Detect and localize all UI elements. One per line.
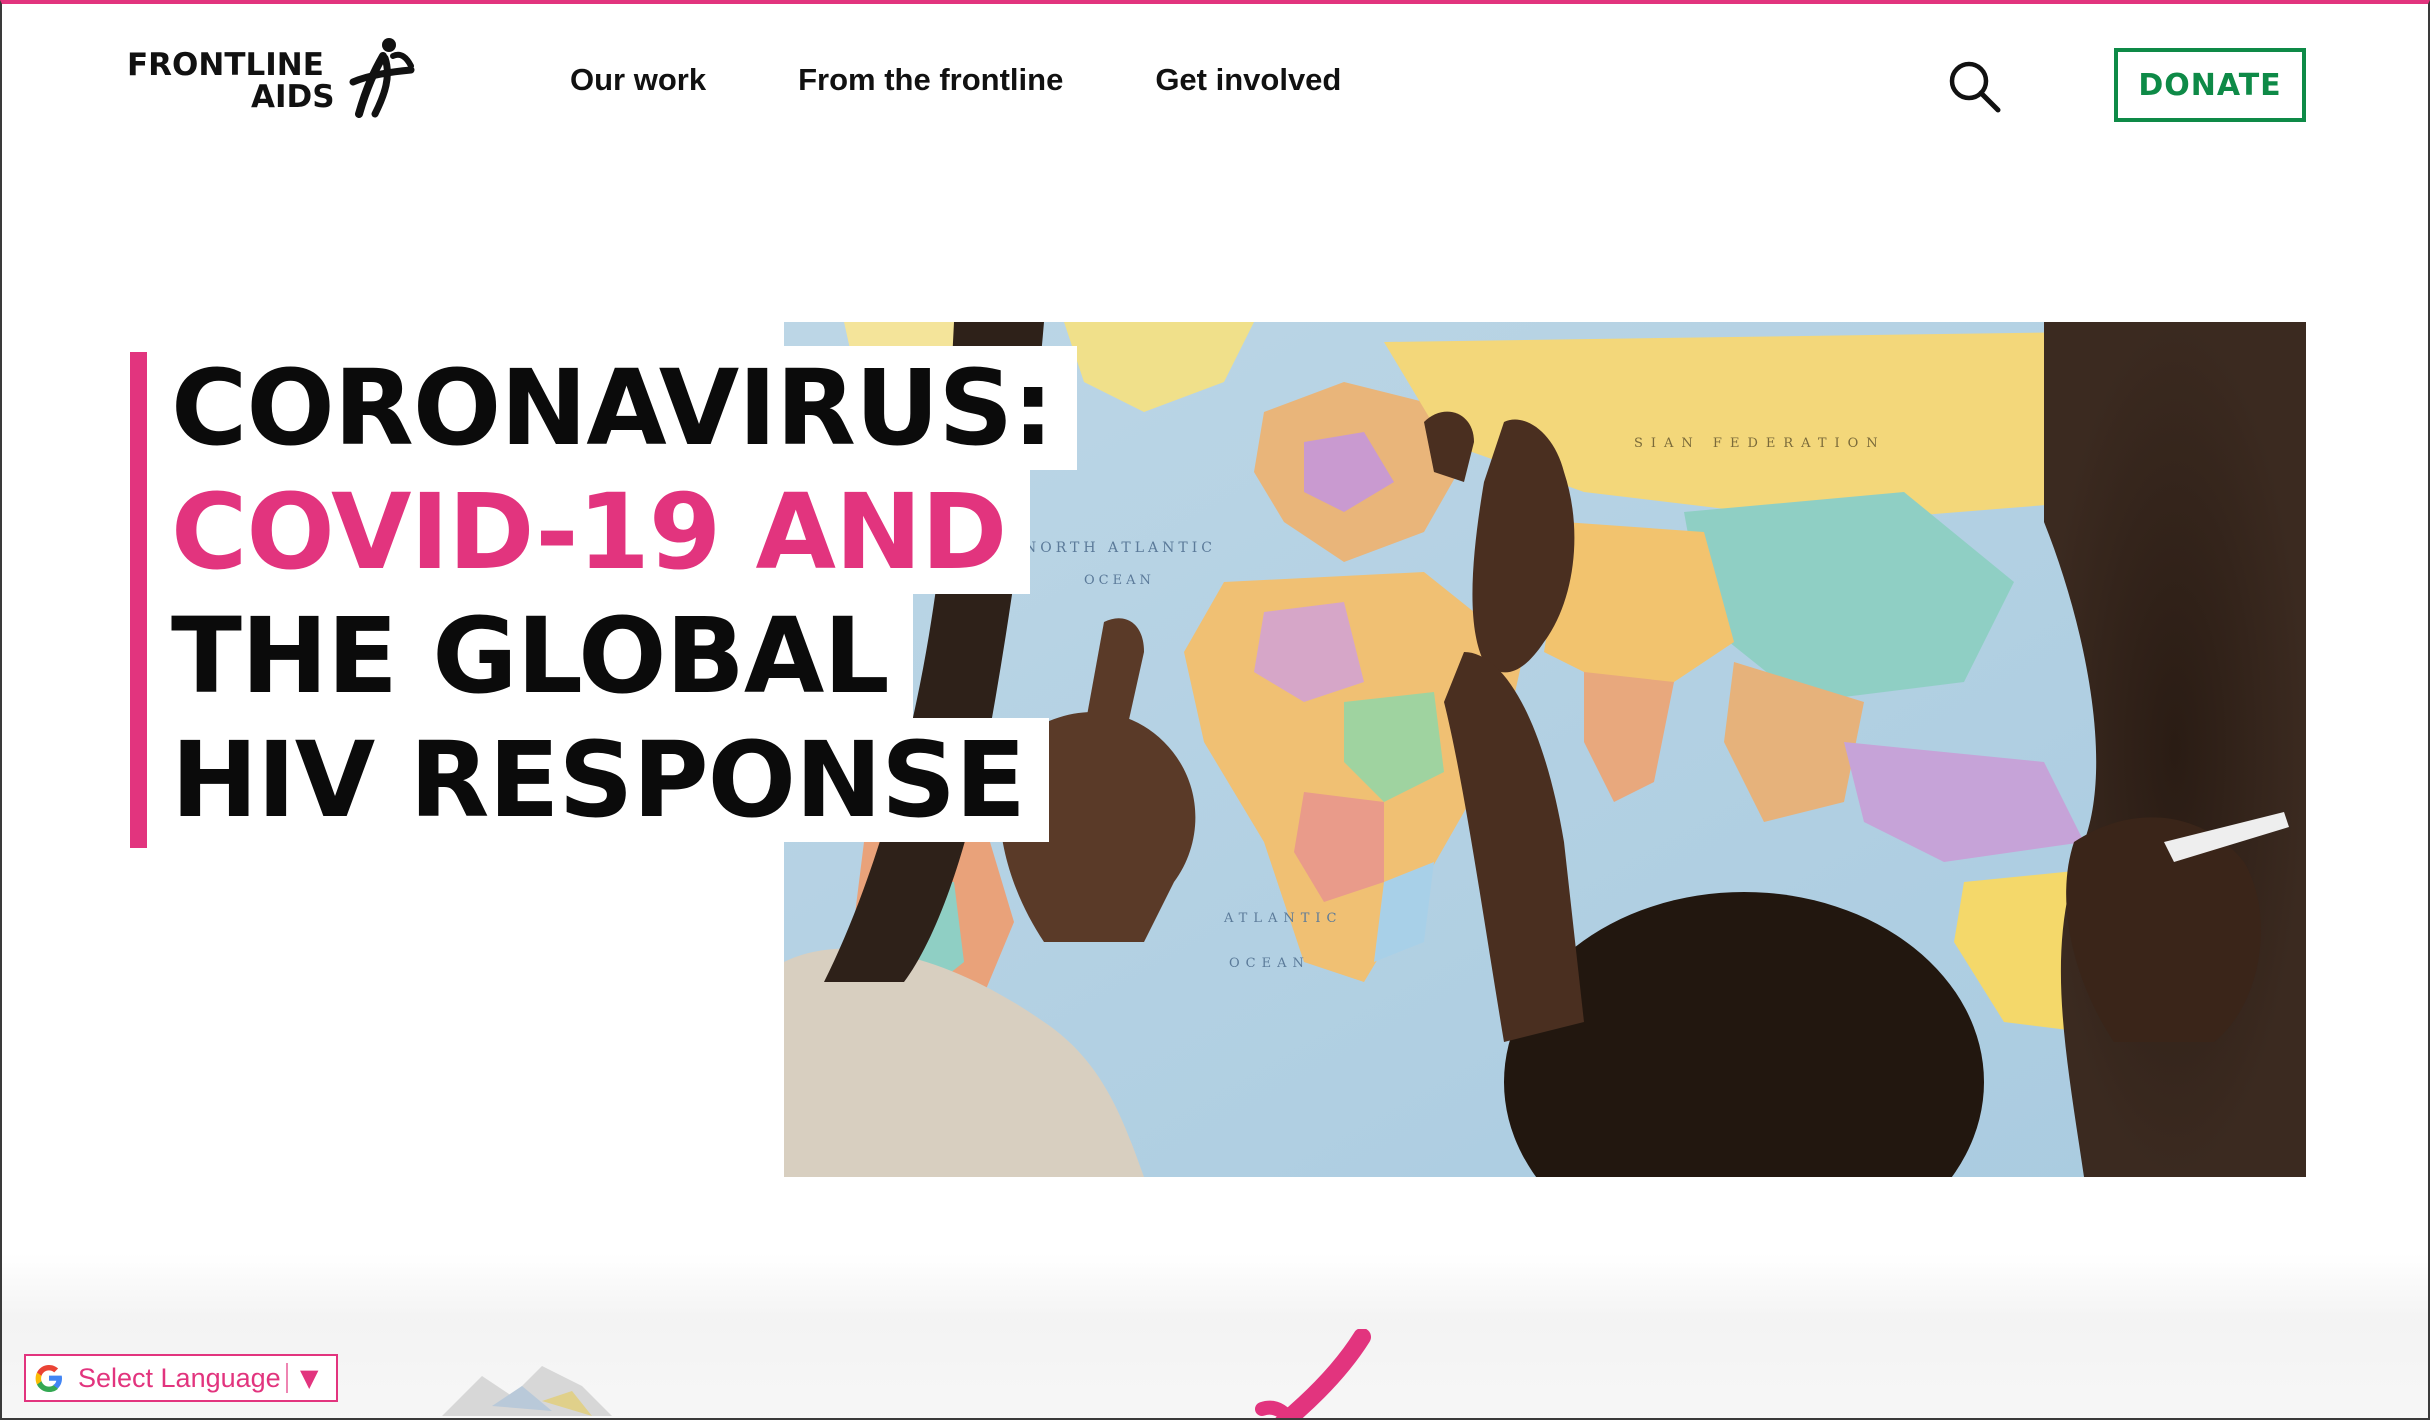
decorative-splash-graphic bbox=[442, 1366, 612, 1416]
headline-line-2: COVID-19 AND bbox=[147, 470, 1031, 594]
google-g-icon bbox=[26, 1356, 72, 1400]
map-label-russian-federation: SIAN FEDERATION bbox=[1634, 436, 1886, 451]
headline-line-4: HIV RESPONSE bbox=[147, 718, 1050, 842]
language-select[interactable]: Select Language ▼ bbox=[24, 1354, 338, 1402]
main-nav: Our work From the frontline Get involved bbox=[570, 62, 1433, 98]
search-icon bbox=[1949, 61, 2001, 113]
headline-accent-bar bbox=[130, 352, 147, 848]
headline-line-3: THE GLOBAL bbox=[147, 594, 913, 718]
logo-figure-icon bbox=[349, 38, 415, 118]
search-button[interactable] bbox=[1946, 58, 2002, 114]
language-select-divider bbox=[286, 1363, 288, 1393]
dropdown-arrow-icon: ▼ bbox=[300, 1364, 319, 1392]
language-select-label: Select Language bbox=[78, 1362, 281, 1393]
nav-item-get-involved[interactable]: Get involved bbox=[1155, 62, 1341, 98]
headline-line-1: CORONAVIRUS: bbox=[147, 346, 1077, 470]
page: FRONTLINE AIDS Our work From the frontli… bbox=[0, 0, 2430, 1420]
frontline-aids-logo[interactable]: FRONTLINE AIDS bbox=[127, 36, 417, 118]
donate-button[interactable]: DONATE bbox=[2114, 48, 2306, 122]
map-label-ocean-2: OCEAN bbox=[1229, 956, 1310, 971]
bottom-texture-band bbox=[2, 1254, 2428, 1418]
logo-text-aids: AIDS bbox=[251, 79, 335, 115]
map-label-atlantic: ATLANTIC bbox=[1223, 911, 1343, 926]
map-label-ocean: OCEAN bbox=[1084, 573, 1155, 588]
decorative-pink-brush-stroke bbox=[1255, 1329, 1371, 1418]
nav-item-our-work[interactable]: Our work bbox=[570, 62, 706, 98]
logo-text-frontline: FRONTLINE bbox=[127, 47, 324, 83]
nav-item-from-the-frontline[interactable]: From the frontline bbox=[798, 62, 1063, 98]
map-label-north-atlantic: NORTH ATLANTIC bbox=[1024, 540, 1216, 556]
